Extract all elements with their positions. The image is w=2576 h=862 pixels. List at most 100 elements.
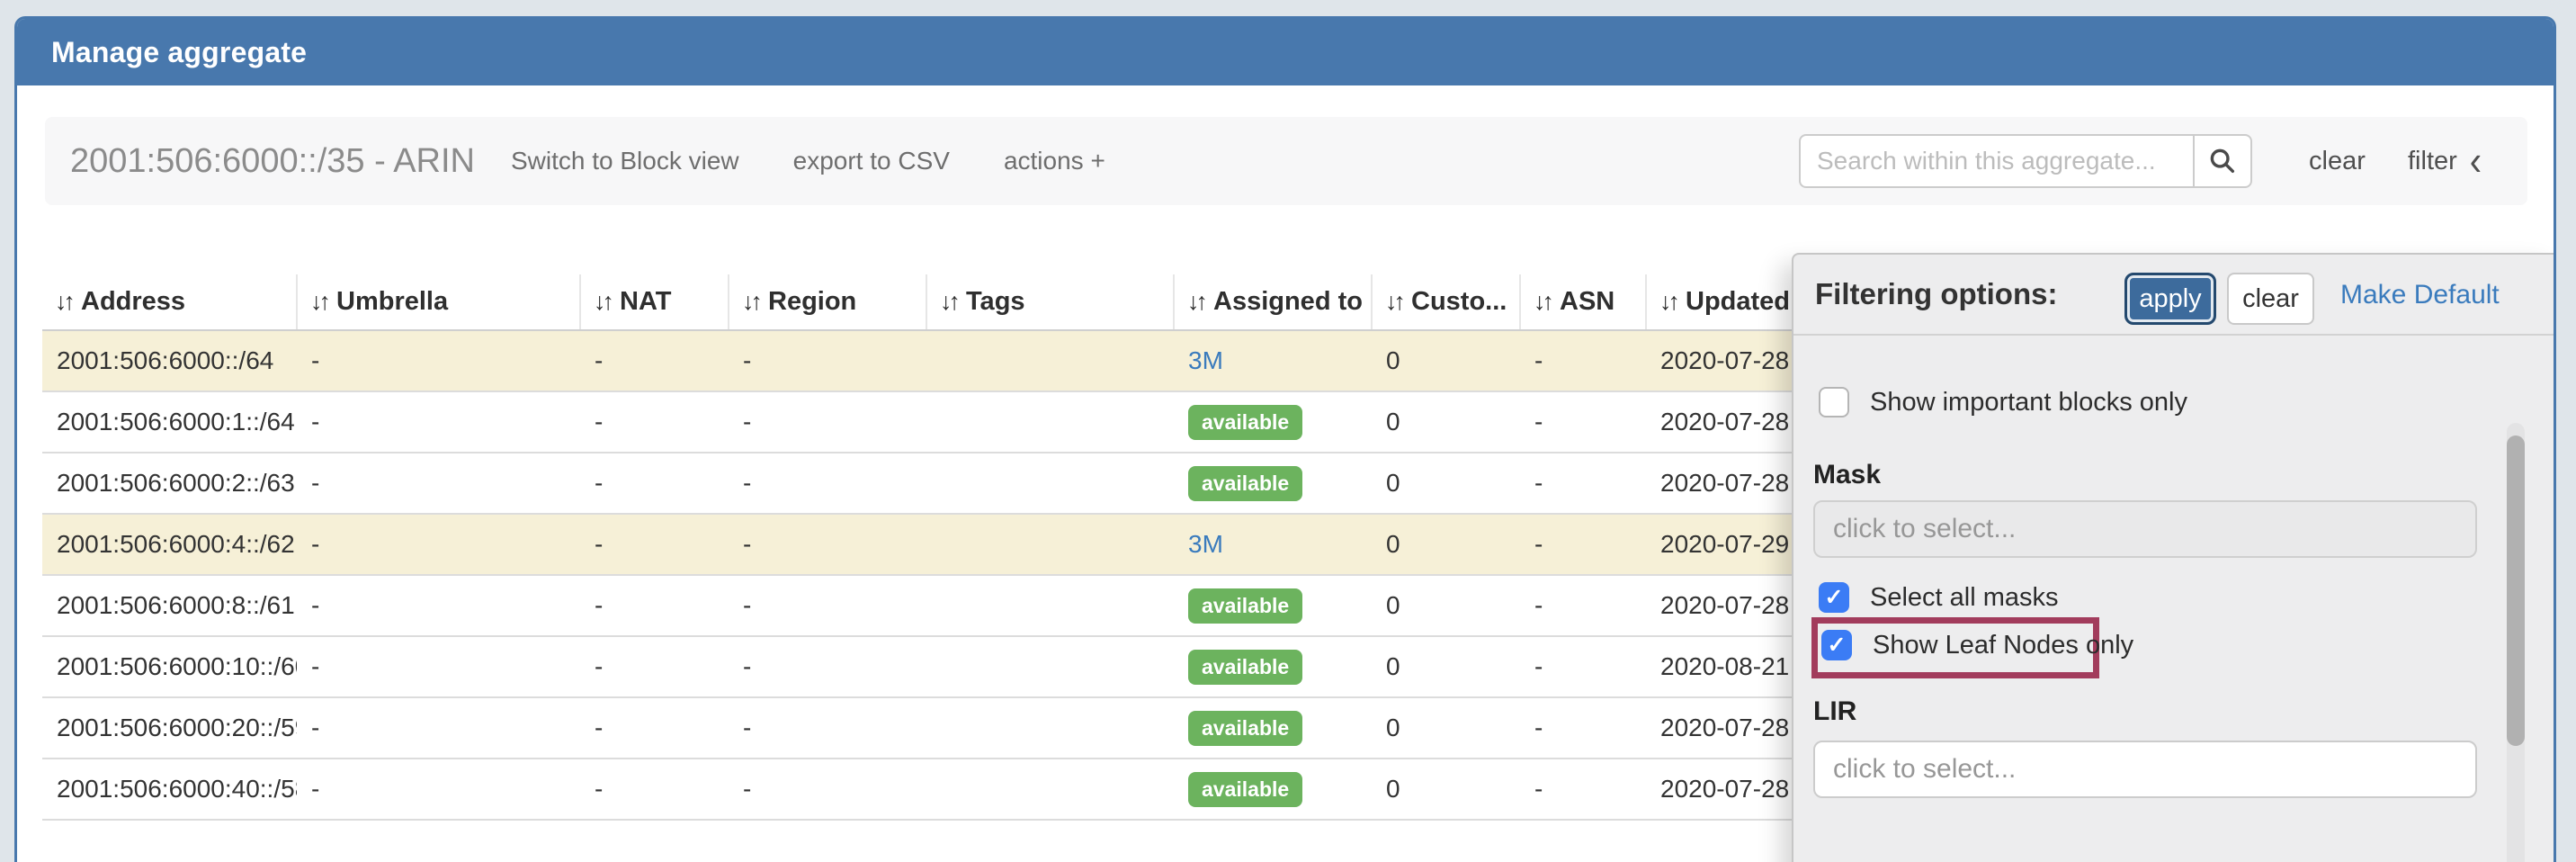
sort-icon: ↓↑ bbox=[1385, 288, 1402, 315]
assigned-link[interactable]: 3M bbox=[1188, 346, 1223, 374]
cell-tags bbox=[926, 330, 1174, 391]
filter-panel-scrollbar-thumb[interactable] bbox=[2507, 435, 2525, 746]
filter-panel-scrollbar[interactable] bbox=[2507, 423, 2525, 862]
cell-umbrella: - bbox=[297, 697, 580, 759]
lir-select[interactable]: click to select... bbox=[1813, 741, 2477, 798]
sort-icon: ↓↑ bbox=[594, 288, 611, 315]
show-leaf-nodes-checkbox[interactable]: ✓ bbox=[1821, 630, 1852, 660]
cell-umbrella: - bbox=[297, 391, 580, 453]
actions-menu[interactable]: actions + bbox=[1004, 147, 1105, 175]
cell-address: 2001:506:6000:2::/63 bbox=[42, 453, 297, 514]
cell-assigned-to: available bbox=[1174, 453, 1372, 514]
filter-toggle-link[interactable]: filter ‹ bbox=[2408, 117, 2482, 205]
sort-icon: ↓↑ bbox=[1534, 288, 1551, 315]
clear-search-link[interactable]: clear bbox=[2309, 117, 2366, 205]
cell-customer: 0 bbox=[1372, 697, 1520, 759]
filter-label: filter bbox=[2408, 147, 2457, 176]
assigned-badge: available bbox=[1188, 650, 1302, 685]
filtering-options-panel: Filtering options: apply clear Make Defa… bbox=[1792, 253, 2556, 862]
show-leaf-nodes-checkbox-row[interactable]: ✓ Show Leaf Nodes only bbox=[1821, 630, 2133, 660]
cell-asn: - bbox=[1520, 453, 1646, 514]
cell-assigned-to: available bbox=[1174, 759, 1372, 820]
cell-nat: - bbox=[580, 453, 729, 514]
apply-button[interactable]: apply bbox=[2124, 273, 2216, 325]
select-all-masks-checkbox-row[interactable]: ✓ Select all masks bbox=[1819, 582, 2059, 613]
window-body: 2001:506:6000::/35 - ARIN Switch to Bloc… bbox=[17, 85, 2554, 859]
sort-icon: ↓↑ bbox=[940, 288, 957, 315]
cell-assigned-to: 3M bbox=[1174, 330, 1372, 391]
cell-umbrella: - bbox=[297, 453, 580, 514]
cell-customer: 0 bbox=[1372, 575, 1520, 636]
cell-assigned-to: 3M bbox=[1174, 514, 1372, 575]
chevron-left-icon: ‹ bbox=[2470, 140, 2482, 182]
clear-filters-button[interactable]: clear bbox=[2227, 273, 2314, 325]
assigned-link[interactable]: 3M bbox=[1188, 530, 1223, 558]
assigned-badge: available bbox=[1188, 466, 1302, 501]
cell-assigned-to: available bbox=[1174, 636, 1372, 697]
search-icon bbox=[2207, 146, 2238, 176]
cell-address: 2001:506:6000:40::/58 bbox=[42, 759, 297, 820]
cell-tags bbox=[926, 391, 1174, 453]
cell-umbrella: - bbox=[297, 575, 580, 636]
manage-aggregate-window: Manage aggregate 2001:506:6000::/35 - AR… bbox=[14, 16, 2556, 862]
cell-umbrella: - bbox=[297, 636, 580, 697]
export-to-csv-link[interactable]: export to CSV bbox=[793, 147, 950, 175]
cell-tags bbox=[926, 575, 1174, 636]
sort-icon: ↓↑ bbox=[310, 288, 327, 315]
cell-tags bbox=[926, 453, 1174, 514]
cell-region: - bbox=[729, 575, 926, 636]
column-header-umbrella[interactable]: ↓↑Umbrella bbox=[297, 274, 580, 330]
cell-region: - bbox=[729, 759, 926, 820]
column-header-nat[interactable]: ↓↑NAT bbox=[580, 274, 729, 330]
cell-nat: - bbox=[580, 575, 729, 636]
cell-tags bbox=[926, 759, 1174, 820]
sort-icon: ↓↑ bbox=[742, 288, 759, 315]
show-important-blocks-label: Show important blocks only bbox=[1870, 388, 2187, 418]
cell-address: 2001:506:6000:4::/62 bbox=[42, 514, 297, 575]
cell-assigned-to: available bbox=[1174, 391, 1372, 453]
cell-asn: - bbox=[1520, 391, 1646, 453]
cell-asn: - bbox=[1520, 575, 1646, 636]
column-header-tags[interactable]: ↓↑Tags bbox=[926, 274, 1174, 330]
cell-customer: 0 bbox=[1372, 391, 1520, 453]
select-all-masks-checkbox[interactable]: ✓ bbox=[1819, 582, 1849, 613]
cell-customer: 0 bbox=[1372, 636, 1520, 697]
cell-region: - bbox=[729, 453, 926, 514]
search-button[interactable] bbox=[2193, 134, 2252, 188]
select-all-masks-label: Select all masks bbox=[1870, 583, 2059, 613]
cell-region: - bbox=[729, 330, 926, 391]
cell-nat: - bbox=[580, 636, 729, 697]
sort-icon: ↓↑ bbox=[1659, 288, 1677, 315]
search-input[interactable] bbox=[1799, 134, 2193, 188]
cell-umbrella: - bbox=[297, 514, 580, 575]
cell-nat: - bbox=[580, 391, 729, 453]
search-group bbox=[1799, 134, 2252, 188]
cell-asn: - bbox=[1520, 330, 1646, 391]
sort-icon: ↓↑ bbox=[1187, 288, 1204, 315]
column-header-address[interactable]: ↓↑Address bbox=[42, 274, 297, 330]
cell-umbrella: - bbox=[297, 330, 580, 391]
column-header-label: Region bbox=[768, 287, 856, 316]
show-important-blocks-checkbox[interactable] bbox=[1819, 387, 1849, 418]
show-important-blocks-checkbox-row[interactable]: Show important blocks only bbox=[1819, 387, 2187, 418]
column-header-asn[interactable]: ↓↑ASN bbox=[1520, 274, 1646, 330]
column-header-region[interactable]: ↓↑ Region bbox=[729, 274, 926, 330]
aggregate-title: 2001:506:6000::/35 - ARIN bbox=[70, 142, 475, 181]
filter-panel-title: Filtering options: bbox=[1815, 277, 2057, 311]
switch-to-block-view-link[interactable]: Switch to Block view bbox=[511, 147, 739, 175]
cell-customer: 0 bbox=[1372, 330, 1520, 391]
cell-region: - bbox=[729, 514, 926, 575]
column-header-label: Address bbox=[81, 287, 185, 316]
cell-assigned-to: available bbox=[1174, 575, 1372, 636]
cell-region: - bbox=[729, 636, 926, 697]
column-header-assigned-to[interactable]: ↓↑Assigned to bbox=[1174, 274, 1372, 330]
column-header-custo[interactable]: ↓↑Custo... bbox=[1372, 274, 1520, 330]
make-default-link[interactable]: Make Default bbox=[2340, 280, 2500, 310]
mask-select[interactable]: click to select... bbox=[1813, 500, 2477, 558]
cell-customer: 0 bbox=[1372, 514, 1520, 575]
cell-asn: - bbox=[1520, 759, 1646, 820]
show-leaf-nodes-label: Show Leaf Nodes only bbox=[1873, 631, 2133, 660]
assigned-badge: available bbox=[1188, 772, 1302, 807]
column-header-label: Updated bbox=[1686, 287, 1790, 316]
cell-customer: 0 bbox=[1372, 453, 1520, 514]
